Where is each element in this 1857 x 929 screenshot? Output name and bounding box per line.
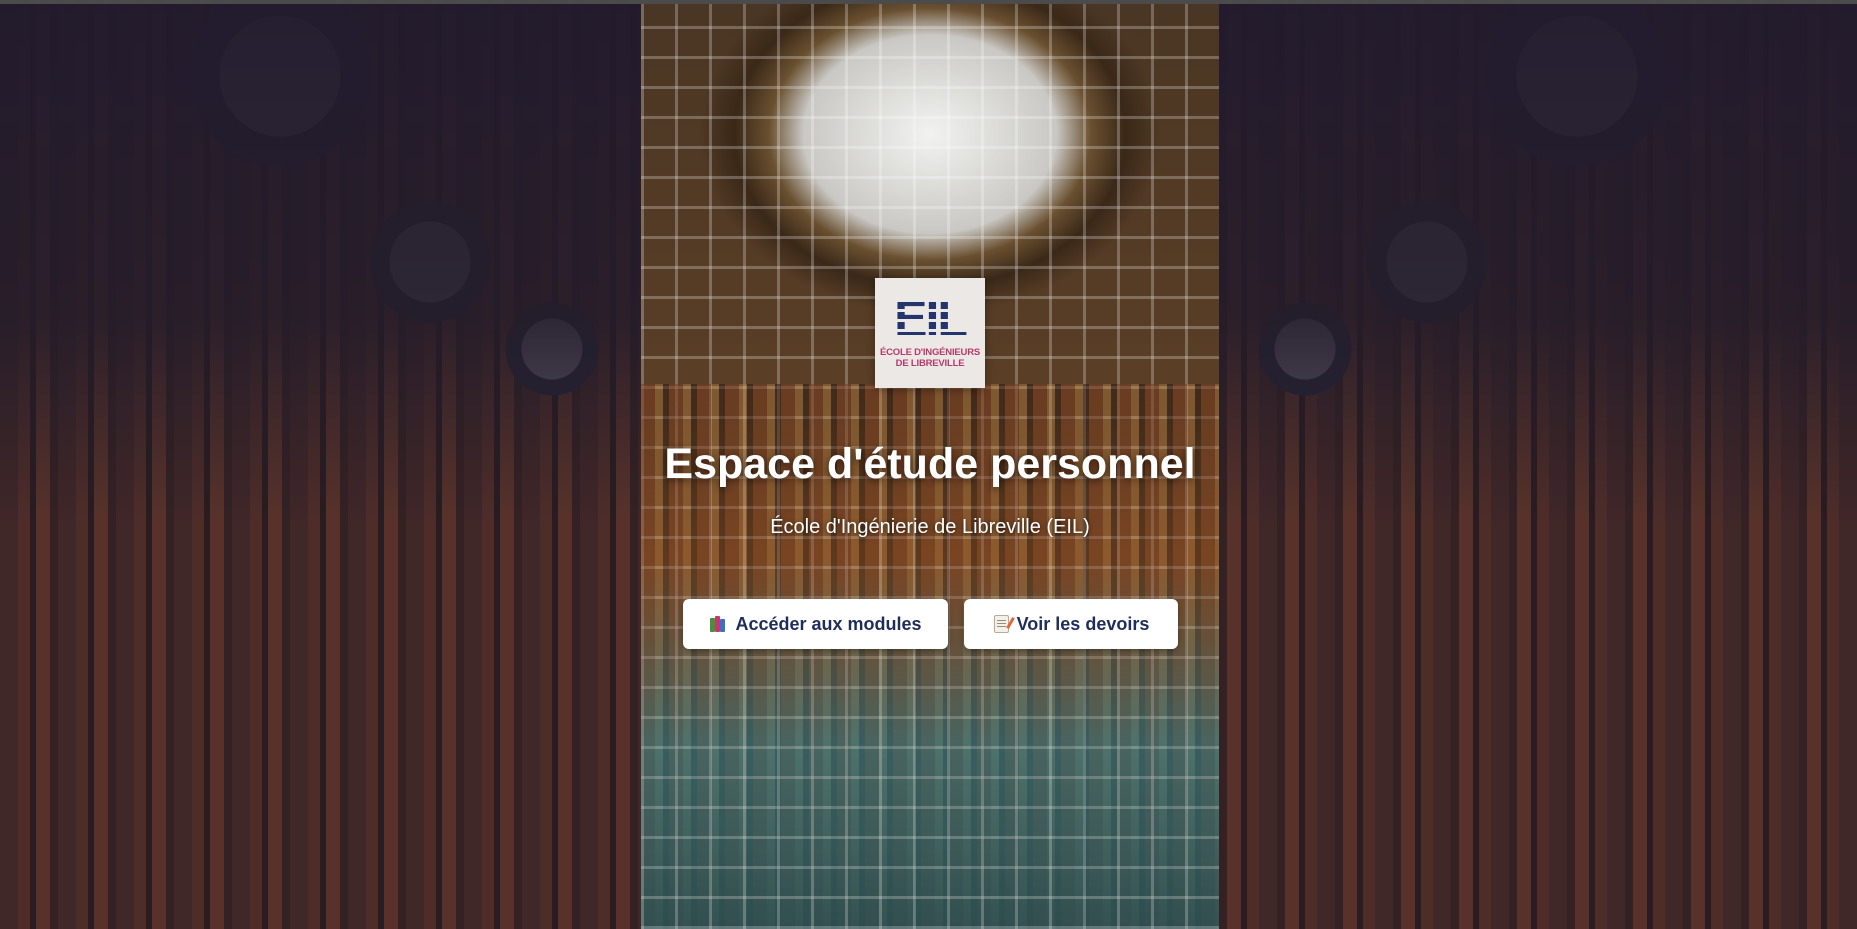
books-icon [709,615,727,633]
logo-caption: École d'ingénieurs de Libreville [879,347,981,369]
logo-caption-line-1: École d'ingénieurs [879,347,980,358]
access-modules-label: Accéder aux modules [735,613,922,634]
view-assignments-button[interactable]: Voir les devoirs [964,599,1178,649]
logo-caption-line-2: de Libreville [895,358,965,369]
library-background: EIL École d'ingénieurs de Libreville Esp… [0,0,1857,929]
hero-actions: Accéder aux modules Voir les devoirs [683,599,1178,649]
memo-icon [993,615,1009,633]
page-subtitle: École d'Ingénierie de Libreville (EIL) [770,516,1090,538]
background-left-wing [0,4,641,929]
view-assignments-label: Voir les devoirs [1016,613,1150,634]
access-modules-button[interactable]: Accéder aux modules [683,599,948,649]
page-title: Espace d'étude personnel [664,440,1196,488]
logo-mark: EIL [887,292,973,344]
school-logo: EIL École d'ingénieurs de Libreville [875,278,985,388]
background-right-wing [1216,4,1857,929]
